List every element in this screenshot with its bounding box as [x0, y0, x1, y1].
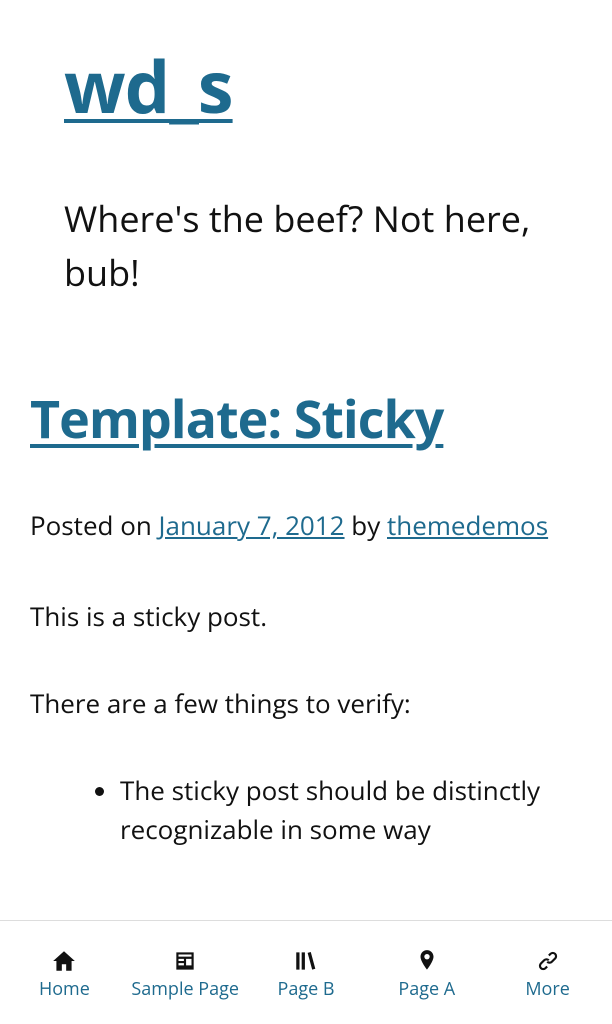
- tab-sample-page[interactable]: Sample Page: [125, 946, 246, 1000]
- site-tagline: Where's the beef? Not here, bub!: [30, 192, 582, 300]
- post-paragraph: There are a few things to verify:: [30, 685, 582, 721]
- tab-label: More: [525, 980, 569, 1000]
- site-title-link[interactable]: wd_s: [30, 50, 582, 122]
- main-content: wd_s Where's the beef? Not here, bub! Te…: [0, 0, 612, 849]
- post-date-link[interactable]: January 7, 2012: [159, 507, 345, 543]
- tab-label: Page A: [398, 980, 455, 1000]
- tab-page-b[interactable]: Page B: [246, 946, 367, 1000]
- post-list: The sticky post should be distinctly rec…: [30, 771, 582, 849]
- home-icon: [51, 946, 77, 976]
- list-item: The sticky post should be distinctly rec…: [120, 771, 582, 849]
- tab-label: Page B: [277, 980, 334, 1000]
- pin-icon: [414, 946, 440, 976]
- post-meta: Posted on January 7, 2012 by themedemos: [30, 507, 582, 543]
- post-author-link[interactable]: themedemos: [387, 507, 548, 543]
- by-label: by: [345, 507, 387, 543]
- tab-more[interactable]: More: [487, 946, 608, 1000]
- tab-label: Home: [39, 980, 90, 1000]
- bottom-tabbar: Home Sample Page Page B Page A More: [0, 920, 612, 1024]
- post-paragraph: This is a sticky post.: [30, 598, 582, 634]
- tab-page-a[interactable]: Page A: [366, 946, 487, 1000]
- tab-label: Sample Page: [131, 980, 239, 1000]
- link-icon: [535, 946, 561, 976]
- books-icon: [293, 946, 319, 976]
- posted-on-label: Posted on: [30, 507, 159, 543]
- tab-home[interactable]: Home: [4, 946, 125, 1000]
- newspaper-icon: [172, 946, 198, 976]
- post-title-link[interactable]: Template: Sticky: [30, 390, 582, 447]
